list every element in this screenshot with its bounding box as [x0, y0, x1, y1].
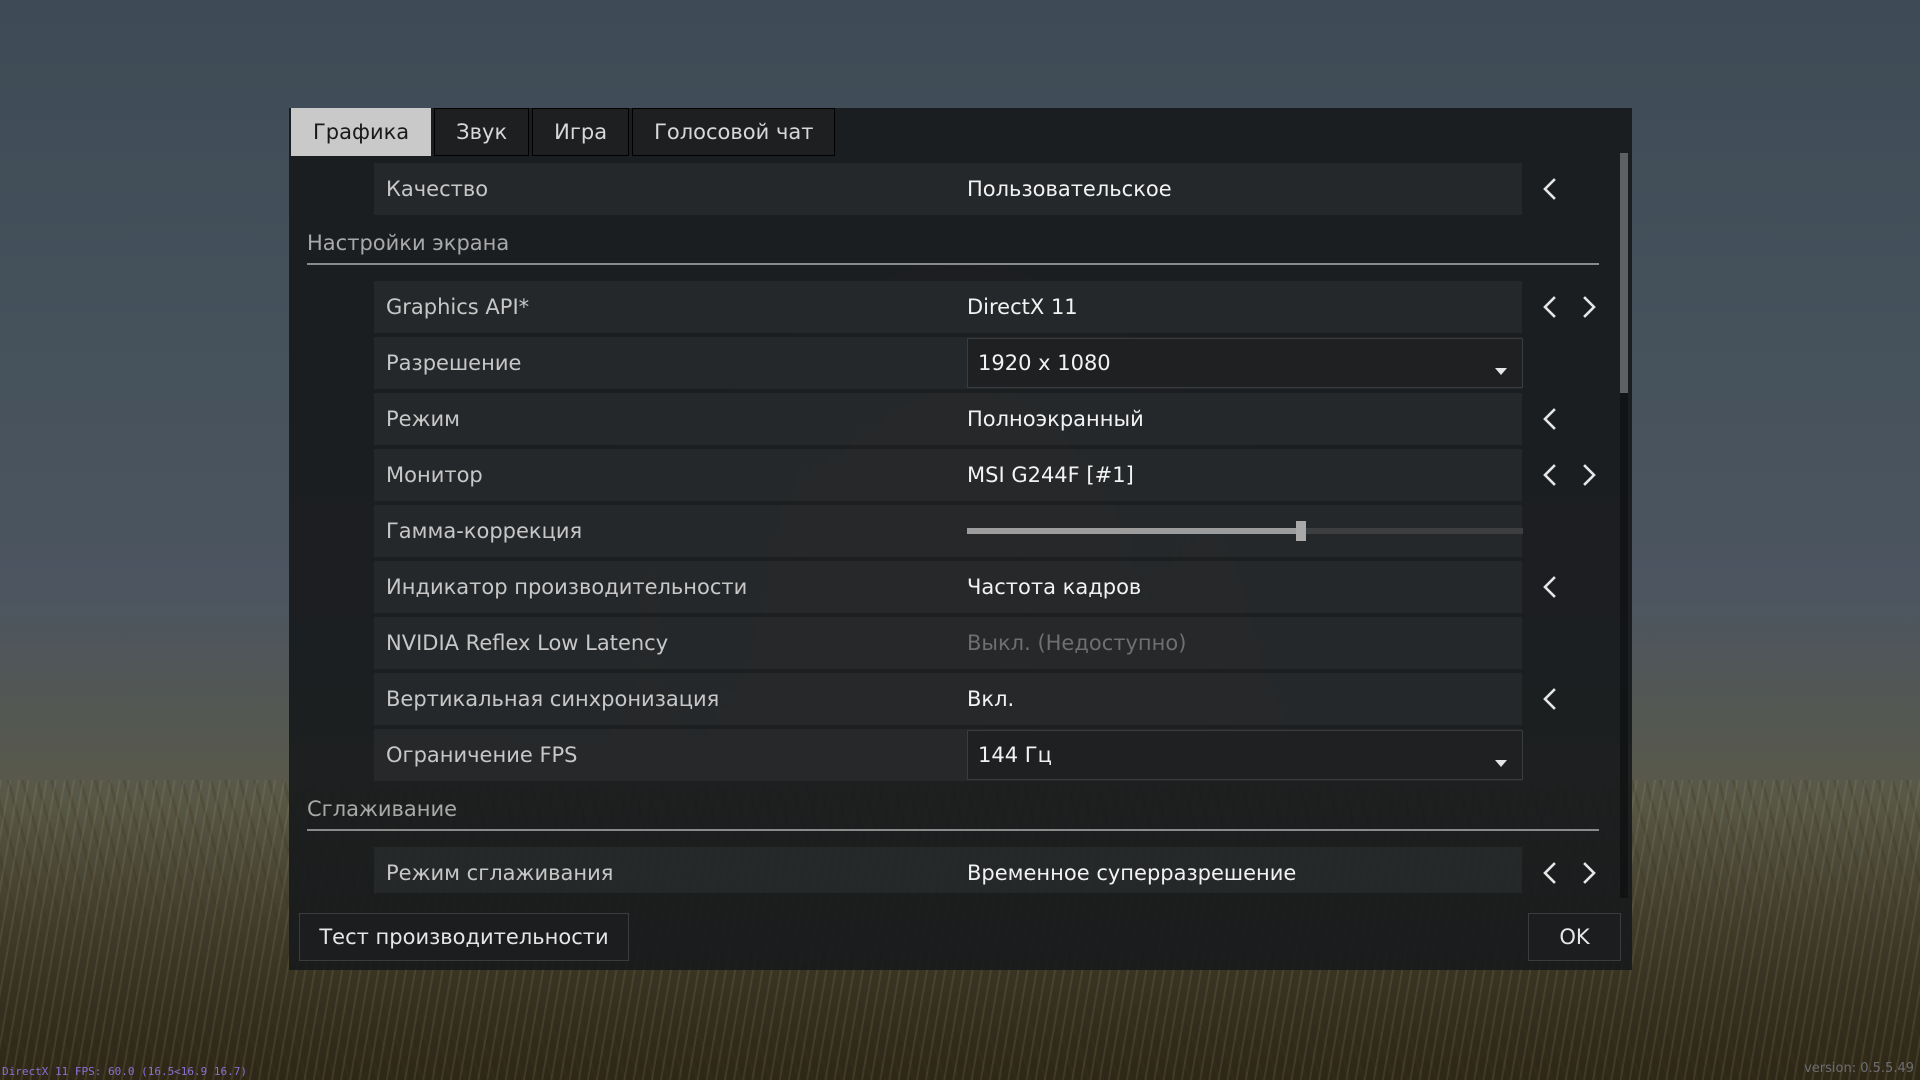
settings-list: Качество Пользовательское Настройки экра… [289, 163, 1619, 893]
setting-value: Полноэкранный [967, 407, 1144, 431]
chevron-left-icon[interactable] [1537, 176, 1563, 202]
setting-label: Вертикальная синхронизация [386, 687, 720, 711]
chevron-right-icon[interactable] [1576, 462, 1602, 488]
caret-down-icon [1494, 358, 1508, 375]
tab-bar: Графика Звук Игра Голосовой чат [291, 108, 838, 156]
setting-label: Режим сглаживания [386, 861, 614, 885]
scrollbar[interactable] [1620, 153, 1628, 898]
setting-row-vsync: Вертикальная синхронизация Вкл. [374, 673, 1556, 725]
dropdown-value: 1920 x 1080 [978, 351, 1111, 375]
chevron-left-icon[interactable] [1537, 860, 1563, 886]
ok-button[interactable]: OK [1528, 913, 1621, 961]
setting-value: Пользовательское [967, 177, 1172, 201]
setting-label: Ограничение FPS [386, 743, 578, 767]
chevron-left-icon[interactable] [1537, 462, 1563, 488]
scrollbar-thumb[interactable] [1620, 153, 1628, 393]
setting-label: NVIDIA Reflex Low Latency [386, 631, 669, 655]
slider-thumb[interactable] [1296, 521, 1306, 541]
setting-row-monitor: Монитор MSI G244F [#1] [374, 449, 1596, 501]
setting-row-resolution: Разрешение 1920 x 1080 [374, 337, 1523, 389]
setting-label: Монитор [386, 463, 483, 487]
setting-label: Индикатор производительности [386, 575, 748, 599]
caret-down-icon [1494, 750, 1508, 767]
fps-counter: DirectX 11 FPS: 60.0 (16.5<16.9 16.7) [2, 1065, 248, 1078]
tab-graphics[interactable]: Графика [291, 108, 432, 156]
setting-row-mode: Режим Полноэкранный [374, 393, 1556, 445]
setting-value: Временное суперразрешение [967, 861, 1297, 885]
slider-fill [967, 528, 1301, 534]
setting-value: Выкл. (Недоступно) [967, 631, 1187, 655]
setting-value: DirectX 11 [967, 295, 1078, 319]
setting-label: Режим [386, 407, 460, 431]
section-header-screen: Настройки экрана [307, 223, 1599, 265]
setting-row-quality: Качество Пользовательское [374, 163, 1556, 215]
chevron-right-icon[interactable] [1576, 860, 1602, 886]
setting-label: Гамма-коррекция [386, 519, 583, 543]
resolution-dropdown[interactable]: 1920 x 1080 [967, 338, 1523, 388]
fps-limit-dropdown[interactable]: 144 Гц [967, 730, 1523, 780]
setting-label: Качество [386, 177, 489, 201]
chevron-left-icon[interactable] [1537, 406, 1563, 432]
setting-row-graphics-api: Graphics API* DirectX 11 [374, 281, 1596, 333]
setting-row-aa-mode: Режим сглаживания Временное суперразреше… [374, 847, 1596, 893]
gamma-slider[interactable] [967, 521, 1523, 541]
chevron-left-icon[interactable] [1537, 686, 1563, 712]
settings-dialog: Графика Звук Игра Голосовой чат Качество… [289, 108, 1632, 970]
section-header-antialiasing: Сглаживание [307, 789, 1599, 831]
setting-row-gamma: Гамма-коррекция [374, 505, 1523, 557]
setting-label: Разрешение [386, 351, 522, 375]
setting-value: Частота кадров [967, 575, 1142, 599]
dropdown-value: 144 Гц [978, 743, 1052, 767]
chevron-right-icon[interactable] [1576, 294, 1602, 320]
benchmark-button[interactable]: Тест производительности [299, 913, 629, 961]
setting-label: Graphics API* [386, 295, 530, 319]
setting-value: Вкл. [967, 687, 1015, 711]
setting-value: MSI G244F [#1] [967, 463, 1134, 487]
tab-sound[interactable]: Звук [434, 108, 530, 156]
tab-voice-chat[interactable]: Голосовой чат [632, 108, 836, 156]
version-label: version: 0.5.5.49 [1804, 1061, 1914, 1076]
chevron-left-icon[interactable] [1537, 294, 1563, 320]
tab-game[interactable]: Игра [532, 108, 630, 156]
setting-row-performance-indicator: Индикатор производительности Частота кад… [374, 561, 1556, 613]
setting-row-nvidia-reflex: NVIDIA Reflex Low Latency Выкл. (Недосту… [374, 617, 1522, 669]
setting-row-fps-limit: Ограничение FPS 144 Гц [374, 729, 1523, 781]
chevron-left-icon[interactable] [1537, 574, 1563, 600]
